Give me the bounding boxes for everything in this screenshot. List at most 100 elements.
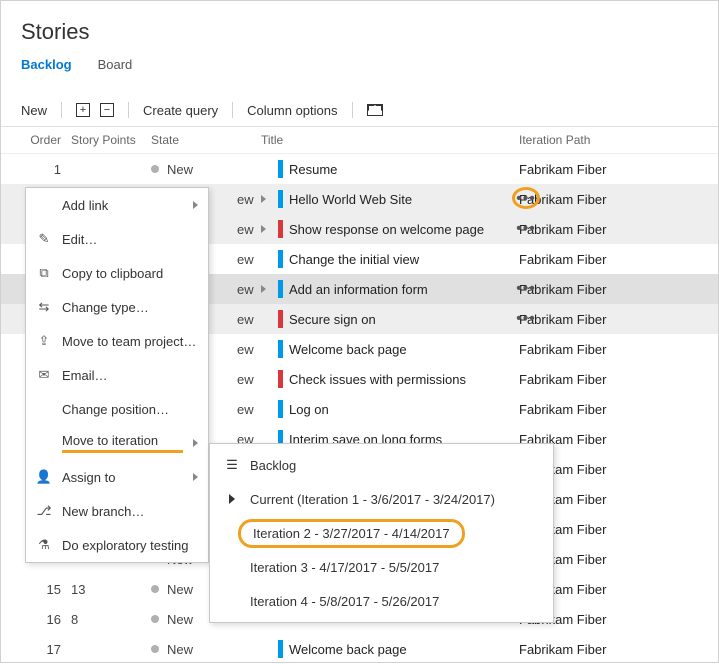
work-item-color-bar (278, 250, 283, 268)
chevron-right-icon[interactable] (261, 225, 266, 233)
work-item-color-bar (278, 400, 283, 418)
cell-iteration-path: Fabrikam Fiber (511, 372, 671, 387)
cell-title[interactable]: Check issues with permissions (261, 370, 511, 388)
work-item-color-bar (278, 160, 283, 178)
cell-order: 15 (21, 582, 71, 597)
cell-order: 17 (21, 642, 71, 657)
state-dot-icon (151, 615, 159, 623)
divider (232, 102, 233, 118)
cell-title[interactable]: Welcome back page (261, 640, 511, 658)
ctx-new-branch[interactable]: ⎇New branch… (26, 494, 208, 528)
cell-title[interactable]: Log on (261, 400, 511, 418)
chevron-right-icon[interactable] (261, 195, 266, 203)
col-order[interactable]: Order (21, 133, 71, 147)
chevron-right-icon[interactable] (261, 285, 266, 293)
email-button[interactable] (367, 104, 383, 116)
ellipsis-icon: ••• (516, 281, 536, 297)
ctx-exploratory-testing[interactable]: ⚗Do exploratory testing (26, 528, 208, 562)
sub-current[interactable]: Current (Iteration 1 - 3/6/2017 - 3/24/2… (210, 482, 553, 516)
cell-iteration-path: Fabrikam Fiber (511, 642, 671, 657)
divider (61, 102, 62, 118)
col-story-points[interactable]: Story Points (71, 133, 151, 147)
ctx-edit[interactable]: ✎Edit… (26, 222, 208, 256)
flask-icon: ⚗ (36, 537, 52, 553)
sub-iteration-4[interactable]: Iteration 4 - 5/8/2017 - 5/26/2017 (210, 584, 553, 618)
cell-state: New (151, 162, 261, 177)
cell-title[interactable]: Hello World Web Site (261, 190, 511, 208)
col-iteration-path[interactable]: Iteration Path (511, 133, 671, 147)
chevron-right-icon (193, 201, 198, 209)
state-dot-icon (151, 585, 159, 593)
work-item-color-bar (278, 370, 283, 388)
cell-title[interactable]: Welcome back page (261, 340, 511, 358)
ctx-move-to-iteration[interactable]: Move to iteration (26, 426, 208, 460)
ctx-change-type[interactable]: ⇆Change type… (26, 290, 208, 324)
branch-icon: ⎇ (36, 503, 52, 519)
ellipsis-icon: ••• (516, 191, 536, 207)
sub-backlog[interactable]: ☰Backlog (210, 448, 553, 482)
person-icon: 👤 (36, 469, 52, 485)
work-item-color-bar (278, 190, 283, 208)
cell-state: New (151, 642, 261, 657)
triangle-right-icon (224, 492, 240, 507)
pencil-icon: ✎ (36, 231, 52, 247)
expand-icon[interactable]: + (76, 103, 90, 117)
divider (128, 102, 129, 118)
ctx-copy[interactable]: ⧉Copy to clipboard (26, 256, 208, 290)
row-actions-button[interactable]: ••• (514, 219, 538, 239)
divider (352, 102, 353, 118)
cell-title[interactable]: Secure sign on (261, 310, 511, 328)
cell-iteration-path: Fabrikam Fiber (511, 402, 671, 417)
ctx-move-team-project[interactable]: ⇪Move to team project… (26, 324, 208, 358)
ctx-change-position[interactable]: Change position… (26, 392, 208, 426)
row-actions-button[interactable]: ••• (514, 189, 538, 209)
mail-icon (367, 104, 383, 116)
work-item-color-bar (278, 640, 283, 658)
ctx-assign-to[interactable]: 👤Assign to (26, 460, 208, 494)
table-row[interactable]: 17 NewWelcome back pageFabrikam Fiber (1, 634, 718, 664)
sub-iteration-2[interactable]: Iteration 2 - 3/27/2017 - 4/14/2017 (210, 516, 553, 550)
cell-iteration-path: Fabrikam Fiber (511, 252, 671, 267)
cell-story-points: 8 (71, 612, 151, 627)
tab-board[interactable]: Board (98, 57, 133, 76)
iteration-submenu: ☰Backlog Current (Iteration 1 - 3/6/2017… (209, 443, 554, 623)
create-query-button[interactable]: Create query (143, 103, 218, 118)
cell-order: 16 (21, 612, 71, 627)
cell-iteration-path: Fabrikam Fiber (511, 342, 671, 357)
col-state[interactable]: State (151, 133, 261, 147)
cell-title[interactable]: Add an information form (261, 280, 511, 298)
collapse-icon[interactable]: − (100, 103, 114, 117)
copy-icon: ⧉ (36, 265, 52, 281)
cell-iteration-path: Fabrikam Fiber (511, 162, 671, 177)
table-row[interactable]: 1 NewResumeFabrikam Fiber (1, 154, 718, 184)
column-headers: Order Story Points State Title Iteration… (1, 127, 718, 154)
work-item-color-bar (278, 310, 283, 328)
cell-story-points: 13 (71, 582, 151, 597)
ellipsis-icon: ••• (516, 221, 536, 237)
ctx-add-link[interactable]: Add link (26, 188, 208, 222)
cell-title[interactable]: Resume (261, 160, 511, 178)
ellipsis-icon: ••• (516, 311, 536, 327)
sub-iteration-3[interactable]: Iteration 3 - 4/17/2017 - 5/5/2017 (210, 550, 553, 584)
chevron-right-icon (193, 439, 198, 447)
cell-order: 1 (21, 162, 71, 177)
tab-backlog[interactable]: Backlog (21, 57, 72, 76)
row-actions-button[interactable]: ••• (514, 309, 538, 329)
move-icon: ⇪ (36, 333, 52, 349)
column-options-button[interactable]: Column options (247, 103, 337, 118)
swap-icon: ⇆ (36, 299, 52, 315)
toolbar: New + − Create query Column options (1, 94, 718, 127)
col-title[interactable]: Title (261, 133, 511, 147)
page-title: Stories (21, 19, 698, 45)
list-icon: ☰ (224, 457, 240, 473)
row-actions-button[interactable]: ••• (514, 279, 538, 299)
ctx-email[interactable]: ✉Email… (26, 358, 208, 392)
work-item-color-bar (278, 280, 283, 298)
cell-title[interactable]: Change the initial view (261, 250, 511, 268)
work-item-color-bar (278, 220, 283, 238)
state-dot-icon (151, 165, 159, 173)
new-button[interactable]: New (21, 103, 47, 118)
cell-title[interactable]: Show response on welcome page (261, 220, 511, 238)
context-menu: Add link ✎Edit… ⧉Copy to clipboard ⇆Chan… (25, 187, 209, 563)
work-item-color-bar (278, 340, 283, 358)
